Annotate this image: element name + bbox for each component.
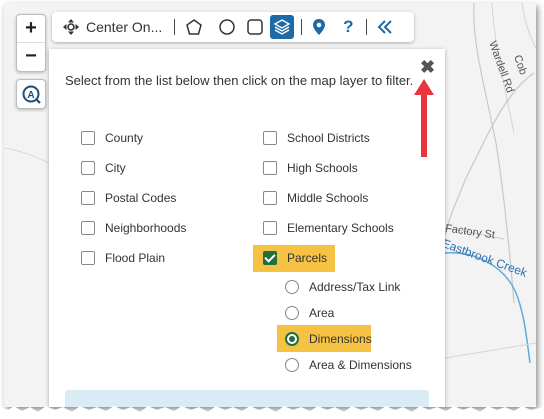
option-neighborhoods[interactable]: Neighborhoods [81, 221, 186, 235]
map-frame: Wardell Rd Cob Factory St Eastbrook Cree… [4, 3, 536, 407]
city-checkbox[interactable] [81, 161, 95, 175]
pin-icon [313, 19, 326, 35]
area-dimensions-radio[interactable] [285, 358, 299, 372]
option-elementary-schools[interactable]: Elementary Schools [263, 221, 394, 235]
option-high-schools[interactable]: High Schools [263, 161, 358, 175]
draw-polygon-button[interactable] [182, 18, 206, 36]
postal-codes-checkbox[interactable] [81, 191, 95, 205]
flood-plain-checkbox[interactable] [81, 251, 95, 265]
high-schools-checkbox[interactable] [263, 161, 277, 175]
help-button[interactable]: ? [337, 17, 359, 37]
search-location-icon: A [22, 85, 41, 104]
option-label: Area [309, 306, 335, 320]
panel-instructions: Select from the list below then click on… [65, 73, 414, 88]
torn-edge [0, 406, 544, 419]
map-toolbar: Center On... ? [52, 12, 414, 42]
locate-address-button[interactable]: A [16, 79, 46, 109]
pin-button[interactable] [309, 18, 329, 36]
option-dimensions[interactable]: Dimensions [285, 332, 372, 346]
collapse-toolbar-button[interactable] [374, 19, 396, 35]
circle-icon [219, 19, 236, 35]
layers-icon [273, 19, 291, 35]
option-address-tax-link[interactable]: Address/Tax Link [285, 280, 400, 294]
option-label: Flood Plain [105, 251, 166, 265]
square-icon [247, 19, 264, 35]
option-label: Address/Tax Link [309, 280, 401, 294]
toolbar-divider [301, 19, 303, 35]
help-icon: ? [343, 17, 354, 36]
option-city[interactable]: City [81, 161, 126, 175]
option-label: Neighborhoods [105, 221, 187, 235]
draw-rectangle-button[interactable] [244, 18, 266, 36]
option-county[interactable]: County [81, 131, 143, 145]
area-radio[interactable] [285, 306, 299, 320]
option-label: Elementary Schools [287, 221, 394, 235]
toolbar-divider [174, 19, 176, 35]
layer-filter-panel: Select from the list below then click on… [49, 49, 445, 407]
option-label: School Districts [287, 131, 370, 145]
option-label: Dimensions [309, 332, 372, 346]
option-school-districts[interactable]: School Districts [263, 131, 370, 145]
address-tax-link-radio[interactable] [285, 280, 299, 294]
option-area[interactable]: Area [285, 306, 334, 320]
center-on-button[interactable]: Center On... [52, 18, 162, 36]
close-icon[interactable]: ✖ [420, 57, 435, 78]
option-area-dimensions[interactable]: Area & Dimensions [285, 358, 412, 372]
option-label: Parcels [287, 251, 328, 265]
arrow-annotation-icon [414, 79, 434, 157]
option-label: Postal Codes [105, 191, 177, 205]
zoom-in-button[interactable]: + [17, 15, 45, 42]
option-label: High Schools [287, 161, 358, 175]
draw-circle-button[interactable] [214, 18, 240, 36]
option-parcels[interactable]: Parcels [263, 251, 327, 265]
parcels-checkbox[interactable] [263, 251, 277, 265]
pentagon-icon [186, 19, 203, 35]
move-icon [63, 19, 79, 35]
option-middle-schools[interactable]: Middle Schools [263, 191, 368, 205]
center-on-label: Center On... [86, 19, 163, 35]
county-checkbox[interactable] [81, 131, 95, 145]
option-postal-codes[interactable]: Postal Codes [81, 191, 176, 205]
zoom-control: + − [16, 14, 46, 72]
school-districts-checkbox[interactable] [263, 131, 277, 145]
neighborhoods-checkbox[interactable] [81, 221, 95, 235]
middle-schools-checkbox[interactable] [263, 191, 277, 205]
layers-button[interactable] [270, 15, 295, 39]
zoom-out-button[interactable]: − [17, 42, 45, 70]
option-label: Middle Schools [287, 191, 369, 205]
toolbar-divider [366, 19, 368, 35]
dimensions-radio[interactable] [285, 332, 299, 346]
collapse-icon [377, 20, 392, 34]
option-flood-plain[interactable]: Flood Plain [81, 251, 165, 265]
elementary-schools-checkbox[interactable] [263, 221, 277, 235]
option-label: Area & Dimensions [309, 358, 412, 372]
svg-text:A: A [27, 90, 34, 101]
option-label: City [105, 161, 126, 175]
option-label: County [105, 131, 144, 145]
